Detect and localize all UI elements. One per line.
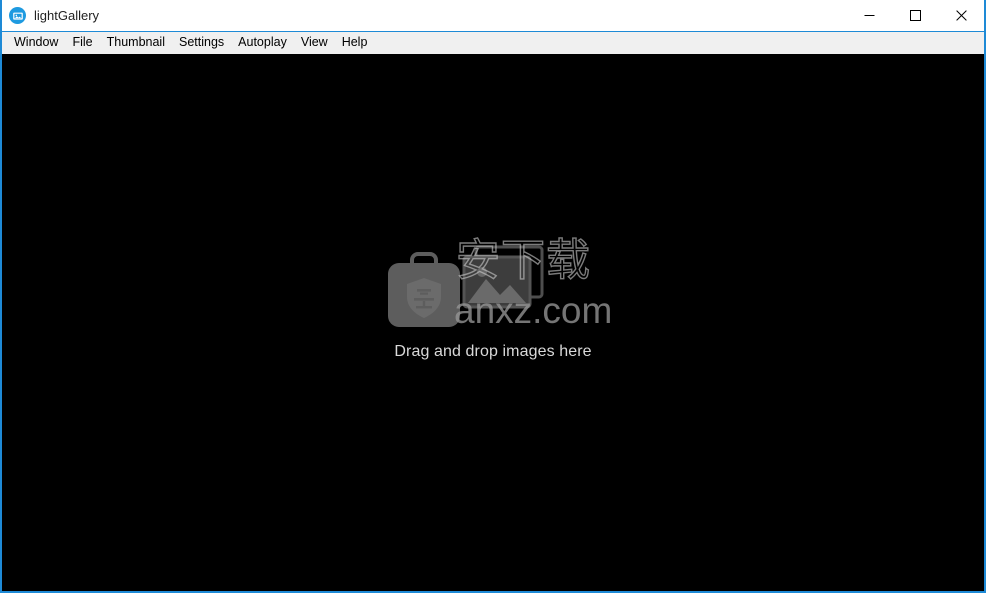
gallery-icon xyxy=(9,7,26,24)
menu-item-settings[interactable]: Settings xyxy=(172,34,231,52)
app-window: lightGallery Window File Thumbnail Setti… xyxy=(0,0,986,593)
menu-bar: Window File Thumbnail Settings Autoplay … xyxy=(2,32,984,54)
menu-item-autoplay[interactable]: Autoplay xyxy=(231,34,294,52)
menu-item-window[interactable]: Window xyxy=(7,34,65,52)
title-bar-left: lightGallery xyxy=(2,7,99,24)
placeholder-artwork: 安下载 anxz.com xyxy=(378,238,612,334)
menu-item-thumbnail[interactable]: Thumbnail xyxy=(100,34,172,52)
image-placeholder-icon xyxy=(460,245,548,324)
image-canvas[interactable]: 安下载 anxz.com Drag and drop images here xyxy=(2,54,984,591)
window-controls xyxy=(846,0,984,31)
minimize-button[interactable] xyxy=(846,0,892,31)
drop-zone-message: Drag and drop images here xyxy=(394,343,592,360)
maximize-button[interactable] xyxy=(892,0,938,31)
drop-zone[interactable]: 安下载 anxz.com Drag and drop images here xyxy=(2,238,984,361)
menu-item-view[interactable]: View xyxy=(294,34,335,52)
menu-item-file[interactable]: File xyxy=(65,34,99,52)
title-bar: lightGallery xyxy=(2,0,984,32)
briefcase-shield-icon xyxy=(386,247,462,334)
close-button[interactable] xyxy=(938,0,984,31)
window-title: lightGallery xyxy=(34,8,100,23)
menu-item-help[interactable]: Help xyxy=(335,34,375,52)
